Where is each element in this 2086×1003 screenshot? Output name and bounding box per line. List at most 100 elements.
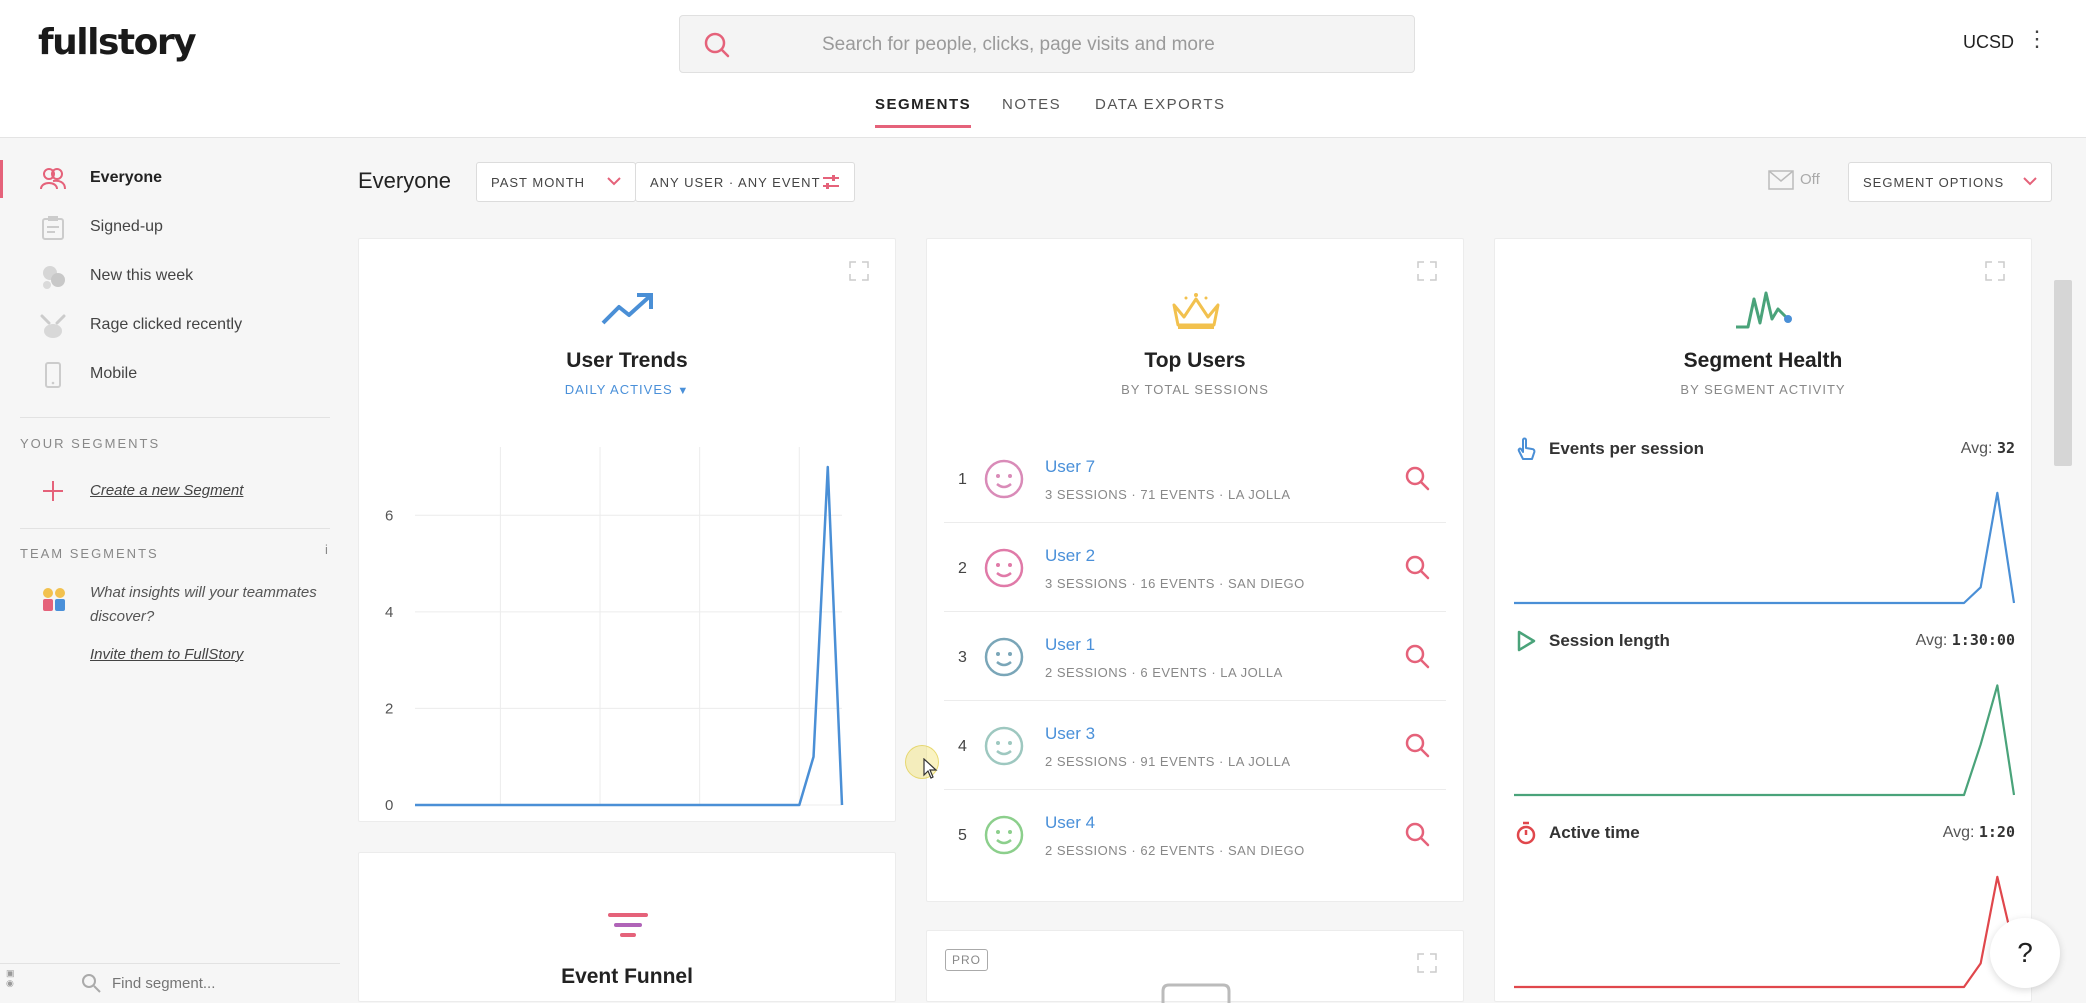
org-name[interactable]: UCSD <box>1963 32 2014 53</box>
sidebar-item-label: Signed-up <box>90 218 163 235</box>
user-name-link[interactable]: User 7 <box>1045 457 1095 477</box>
top-user-row[interactable]: 1 User 7 3 SESSIONS · 71 EVENTS · LA JOLLA <box>944 435 1446 523</box>
crown-icon <box>1172 293 1220 329</box>
create-segment-link[interactable]: Create a new Segment <box>90 482 243 499</box>
sidebar-divider <box>20 528 330 529</box>
top-user-row[interactable]: 2 User 2 3 SESSIONS · 16 EVENTS · SAN DIEG… <box>944 524 1446 612</box>
more-menu-icon[interactable]: ⋮ <box>2026 28 2048 50</box>
sidebar-item-mobile[interactable]: Mobile <box>0 352 340 398</box>
daily-actives-label: DAILY ACTIVES <box>564 382 673 397</box>
metric-label: Events per session <box>1549 439 1704 458</box>
avg-label: Avg: <box>1960 440 1993 457</box>
search-icon[interactable] <box>1404 732 1430 758</box>
user-filter-label: ANY USER · ANY EVENT <box>650 175 821 190</box>
top-user-row[interactable]: 5 User 4 2 SESSIONS · 62 EVENTS · SAN DIEG… <box>944 791 1446 879</box>
top-users-card: Top Users BY TOTAL SESSIONS 1 User 7 3 SES… <box>926 238 1464 902</box>
chevron-down-icon <box>2023 177 2037 186</box>
user-rank: 2 <box>958 560 967 577</box>
sidebar-item-label: Everyone <box>90 169 163 186</box>
bearded-avatar-icon <box>984 637 1024 677</box>
team-info-icon[interactable]: i <box>325 542 328 557</box>
tab-notes[interactable]: NOTES <box>1002 96 1061 125</box>
search-icon <box>704 32 730 58</box>
expand-icon[interactable] <box>1417 953 1437 973</box>
top-users-title: Top Users <box>1144 349 1246 372</box>
top-user-row[interactable]: 4 User 3 2 SESSIONS · 91 EVENTS · LA JOLLA <box>944 702 1446 790</box>
find-segment-input[interactable] <box>110 972 310 994</box>
search-icon[interactable] <box>1404 821 1430 847</box>
segment-options-label: SEGMENT OPTIONS <box>1863 175 2005 190</box>
people-icon <box>40 168 66 190</box>
top-user-row[interactable]: 3 User 1 2 SESSIONS · 6 EVENTS · LA JOLLA <box>944 613 1446 701</box>
play-icon <box>1517 630 1536 652</box>
user-name-link[interactable]: User 2 <box>1045 546 1095 566</box>
segment-options-dropdown[interactable]: SEGMENT OPTIONS <box>1848 162 2052 202</box>
user-name-link[interactable]: User 3 <box>1045 724 1095 744</box>
date-filter-dropdown[interactable]: PAST MONTH <box>476 162 636 202</box>
search-input[interactable] <box>820 30 1400 60</box>
chevron-down-icon <box>607 177 621 186</box>
plus-icon[interactable] <box>42 480 64 502</box>
search-icon[interactable] <box>1404 554 1430 580</box>
pulse-icon <box>1736 291 1792 329</box>
funnel-icon <box>608 913 648 937</box>
metric-average: Avg: 1:30:00 <box>1916 631 2015 650</box>
avg-label: Avg: <box>1915 632 1948 649</box>
search-icon <box>82 974 101 993</box>
email-status[interactable]: Off <box>1800 171 1820 188</box>
email-icon[interactable] <box>1768 170 1794 190</box>
avg-value: 1:20 <box>1978 823 2015 841</box>
pointer-icon <box>1517 437 1536 460</box>
invite-link[interactable]: Invite them to FullStory <box>90 646 243 663</box>
tab-data-exports[interactable]: DATA EXPORTS <box>1095 96 1226 125</box>
sidebar-item-signed-up[interactable]: Signed-up <box>0 205 340 251</box>
y-tick-label: 6 <box>385 507 393 524</box>
tab-segments[interactable]: SEGMENTS <box>875 96 972 128</box>
active-time-sparkline <box>1514 875 2015 989</box>
page-scrollbar[interactable] <box>2054 280 2072 466</box>
x-tick-label: 5/13 <box>486 822 515 823</box>
daily-actives-line <box>415 465 844 807</box>
fullstory-logo[interactable]: fullstory <box>38 22 197 63</box>
segment-health-subtitle: BY SEGMENT ACTIVITY <box>1680 382 1846 397</box>
sidebar-item-everyone[interactable]: Everyone <box>0 156 340 202</box>
x-tick-label: 5/27 <box>685 822 714 823</box>
expand-icon[interactable] <box>1985 261 2005 281</box>
user-meta: 3 SESSIONS · 71 EVENTS · LA JOLLA <box>1045 487 1291 502</box>
sidebar-item-label: New this week <box>90 267 194 284</box>
user-rank: 3 <box>958 649 967 666</box>
mouse-cursor-icon <box>923 758 938 779</box>
segment-health-card: Segment Health BY SEGMENT ACTIVITY Event… <box>1494 238 2032 1002</box>
search-icon[interactable] <box>1404 643 1430 669</box>
search-icon[interactable] <box>1404 465 1430 491</box>
y-tick-label: 4 <box>385 604 393 621</box>
sparkline-series <box>1514 875 2015 989</box>
metric-average: Avg: 1:20 <box>1943 823 2015 842</box>
sparkline-series <box>1514 684 2015 797</box>
user-meta: 3 SESSIONS · 16 EVENTS · SAN DIEGO <box>1045 576 1305 591</box>
global-search[interactable] <box>679 15 1415 73</box>
avg-label: Avg: <box>1942 824 1975 841</box>
expand-icon[interactable] <box>1417 261 1437 281</box>
expand-icon[interactable] <box>849 261 869 281</box>
sidebar-item-rage-clicked[interactable]: Rage clicked recently <box>0 303 340 349</box>
stopwatch-icon <box>1516 821 1536 845</box>
team-prompt: What insights will your teammates discov… <box>90 584 317 625</box>
user-filter-button[interactable]: ANY USER · ANY EVENT <box>635 162 855 202</box>
device-icon <box>1161 983 1231 1003</box>
sidebar-item-new-this-week[interactable]: New this week <box>0 254 340 300</box>
sidebar-item-label: Rage clicked recently <box>90 316 243 333</box>
smile-avatar-icon <box>984 726 1024 766</box>
help-button[interactable]: ? <box>1990 918 2060 988</box>
filter-sliders-icon <box>823 175 839 189</box>
date-filter-label: PAST MONTH <box>491 175 586 190</box>
top-users-subtitle: BY TOTAL SESSIONS <box>1121 382 1269 397</box>
user-meta: 2 SESSIONS · 91 EVENTS · LA JOLLA <box>1045 754 1291 769</box>
user-rank: 1 <box>958 471 967 488</box>
event-funnel-title: Event Funnel <box>561 965 693 988</box>
daily-actives-dropdown[interactable]: DAILY ACTIVES ▼ <box>359 382 895 397</box>
chevron-down-icon: ▼ <box>677 385 690 397</box>
user-name-link[interactable]: User 1 <box>1045 635 1095 655</box>
rage-icon <box>40 314 66 338</box>
user-name-link[interactable]: User 4 <box>1045 813 1095 833</box>
